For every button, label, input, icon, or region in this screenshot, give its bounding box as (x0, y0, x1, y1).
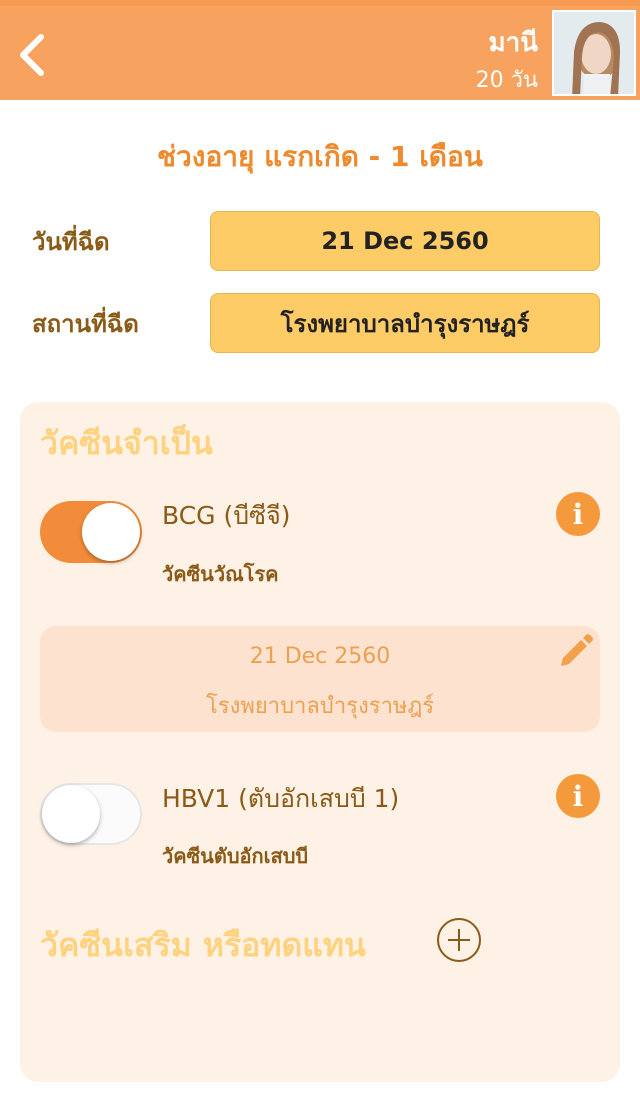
info-icon[interactable]: i (556, 492, 600, 536)
status-bar (0, 0, 640, 6)
required-vaccines-title: วัคซีนจำเป็น (40, 424, 213, 462)
date-field[interactable]: 21 Dec 2560 (210, 211, 600, 271)
pencil-icon (561, 634, 593, 666)
chevron-left-icon (20, 34, 44, 76)
bcg-name: BCG (บีซีจี) (162, 501, 291, 530)
place-label: สถานที่ฉีด (32, 310, 139, 338)
app-header: มานี 20 วัน (0, 0, 640, 100)
info-icon[interactable]: i (556, 774, 600, 818)
child-age: 20 วัน (475, 68, 538, 93)
place-field[interactable]: โรงพยาบาลบำรุงราษฎร์ (210, 293, 600, 353)
date-label: วันที่ฉีด (32, 228, 110, 256)
age-range-title: ช่วงอายุ แรกเกิด - 1 เดือน (157, 140, 483, 173)
record-date: 21 Dec 2560 (249, 644, 391, 669)
child-name: มานี (488, 28, 538, 58)
hbv1-description: วัคซีนตับอักเสบบี (162, 844, 309, 868)
optional-vaccines-title: วัคซีนเสริม หรือทดแทน (40, 926, 366, 964)
back-button[interactable] (12, 30, 52, 80)
plus-circle-icon[interactable] (437, 918, 481, 962)
record-place: โรงพยาบาลบำรุงราษฎร์ (205, 694, 435, 719)
avatar-portrait (554, 12, 634, 94)
bcg-description: วัคซีนวัณโรค (162, 562, 279, 586)
toggle-knob (82, 503, 140, 561)
toggle-knob (42, 785, 100, 843)
bcg-record-card[interactable]: 21 Dec 2560 โรงพยาบาลบำรุงราษฎร์ (40, 626, 600, 732)
hbv1-toggle[interactable] (40, 783, 142, 845)
hbv1-name: HBV1 (ตับอักเสบบี 1) (162, 784, 400, 813)
edit-button[interactable] (555, 632, 595, 672)
bcg-toggle[interactable] (40, 501, 142, 563)
avatar[interactable] (552, 10, 636, 96)
